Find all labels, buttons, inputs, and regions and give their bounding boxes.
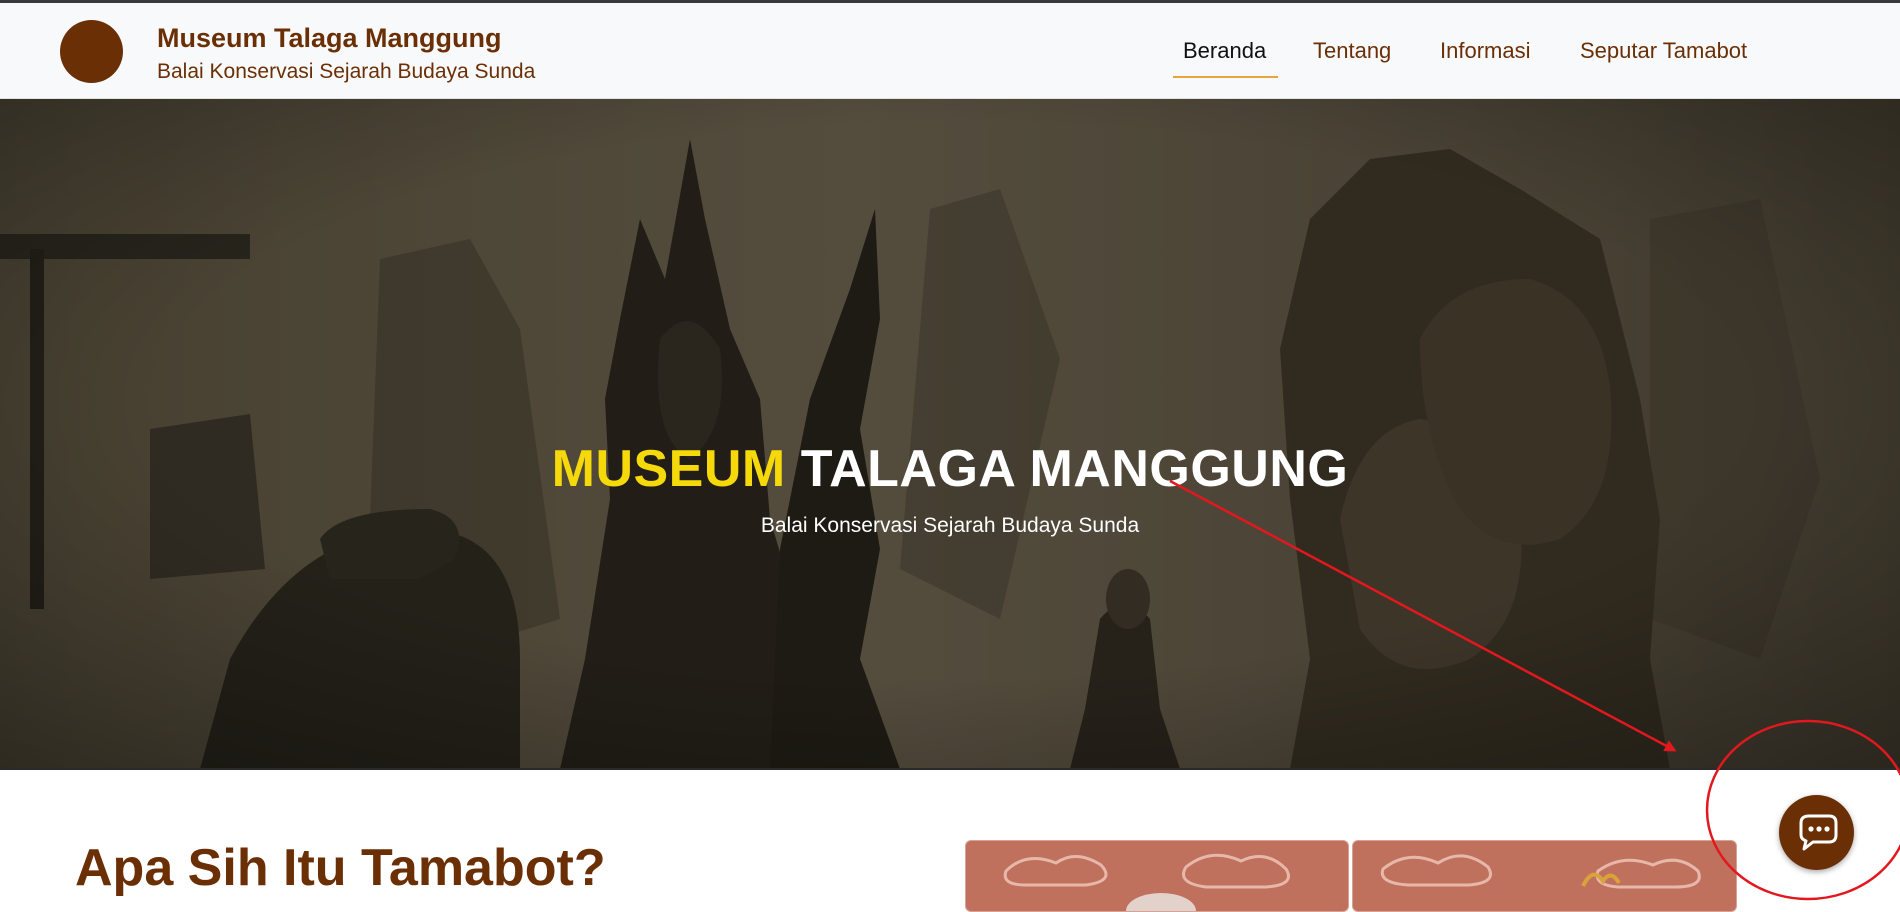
hero-title: MUSEUM TALAGA MANGGUNG: [0, 439, 1900, 499]
nav-item-tentang[interactable]: Tentang: [1313, 38, 1391, 64]
site-logo[interactable]: [60, 20, 123, 83]
tamabot-card-2[interactable]: [1352, 840, 1737, 912]
nav-item-beranda[interactable]: Beranda: [1183, 38, 1266, 64]
active-nav-indicator: [1173, 76, 1278, 78]
hero-background-image: [0, 99, 1900, 769]
cloud-pattern-image: [1003, 853, 1290, 911]
site-subtitle: Balai Konservasi Sejarah Budaya Sunda: [157, 60, 536, 83]
tamabot-card-1[interactable]: [965, 840, 1349, 912]
site-header: Museum Talaga Manggung Balai Konservasi …: [0, 3, 1900, 99]
nav-item-informasi[interactable]: Informasi: [1440, 38, 1530, 64]
hero-carousel: MUSEUM TALAGA MANGGUNG Balai Konservasi …: [0, 99, 1900, 769]
section-title: Apa Sih Itu Tamabot?: [75, 839, 606, 897]
chat-bubble-icon: [1799, 814, 1838, 851]
site-title[interactable]: Museum Talaga Manggung: [157, 23, 502, 54]
hero-title-highlight: MUSEUM: [551, 440, 786, 498]
hero-subtitle: Balai Konservasi Sejarah Budaya Sunda: [760, 514, 1140, 537]
chatbot-button[interactable]: [1779, 795, 1854, 870]
nav-item-seputar-tamabot[interactable]: Seputar Tamabot: [1580, 38, 1747, 64]
cloud-pattern-image: [1380, 854, 1701, 889]
hero-bottom-border: [0, 768, 1900, 770]
hero-title-rest: TALAGA MANGGUNG: [800, 440, 1349, 498]
